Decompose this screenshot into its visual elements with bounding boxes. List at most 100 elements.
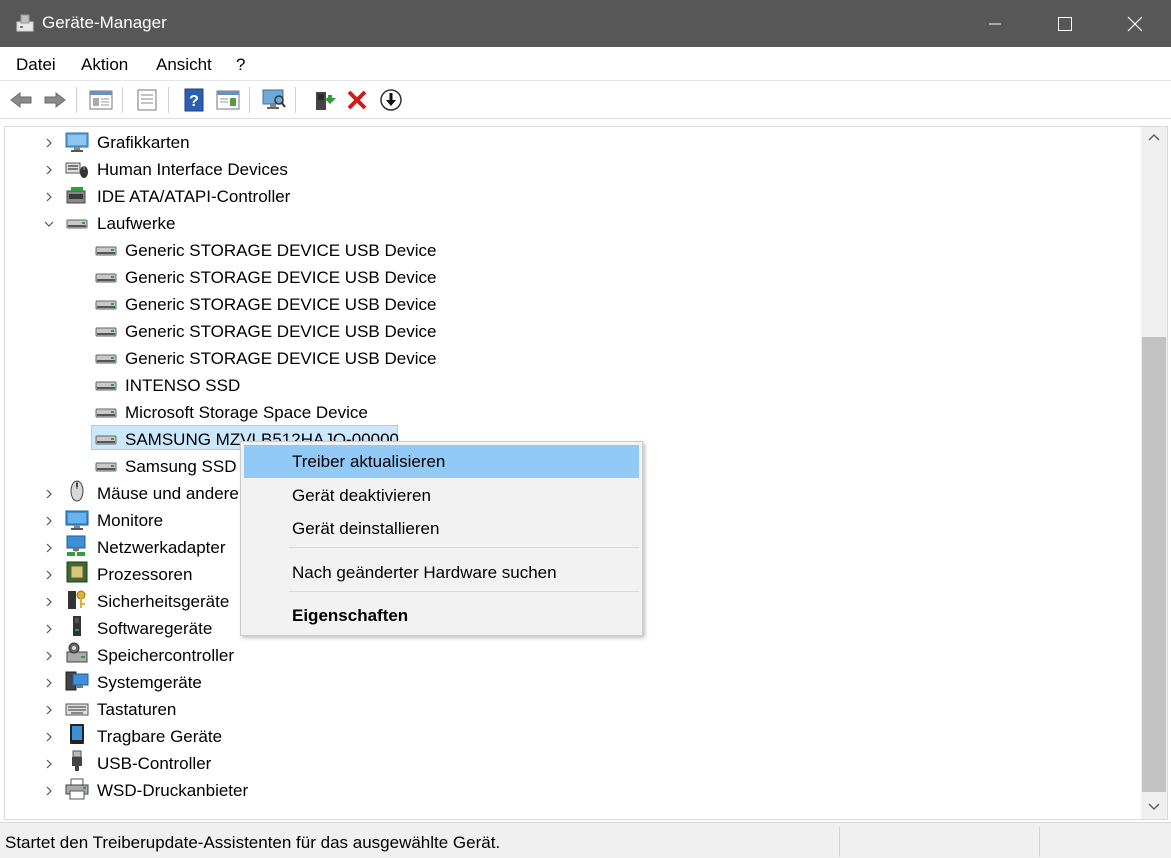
tree-category-systemgeraete[interactable]: Systemgeräte (5, 669, 1135, 696)
close-icon (1127, 16, 1143, 31)
tree-category-laufwerke[interactable]: Laufwerke (5, 210, 1135, 237)
tree-device-label: INTENSO SSD (125, 375, 241, 395)
toolbar-separator (76, 87, 77, 113)
printer-icon (65, 778, 89, 800)
scroll-up-arrow-icon[interactable] (1148, 133, 1160, 141)
tree-category-speichercontroller[interactable]: Speichercontroller (5, 642, 1135, 669)
ctx-uninstall-device[interactable]: Gerät deinstallieren (244, 512, 639, 545)
ctx-scan-hardware[interactable]: Nach geänderter Hardware suchen (244, 556, 639, 589)
drive-icon (95, 246, 117, 256)
window-title: Geräte-Manager (42, 13, 167, 32)
menu-aktion[interactable]: Aktion (81, 55, 128, 75)
forward-button[interactable] (42, 87, 68, 113)
scroll-down-arrow-icon[interactable] (1148, 803, 1160, 811)
back-button[interactable] (8, 87, 34, 113)
uninstall-icon (347, 90, 367, 110)
chevron-right-icon[interactable] (43, 758, 55, 770)
update-driver-button[interactable] (311, 87, 337, 113)
chevron-right-icon[interactable] (43, 164, 55, 176)
processor-icon (66, 561, 88, 583)
disable-device-button[interactable] (378, 87, 404, 113)
tree-category-label: Systemgeräte (97, 672, 202, 692)
portable-device-icon (70, 724, 84, 744)
minimize-button[interactable] (960, 0, 1030, 47)
menu-bar: Datei Aktion Ansicht ? (0, 47, 1171, 81)
tree-device-item[interactable]: Generic STORAGE DEVICE USB Device (5, 291, 1135, 318)
ctx-separator (289, 591, 639, 592)
scrollbar-thumb[interactable] (1142, 337, 1166, 792)
maximize-button[interactable] (1030, 0, 1100, 47)
tree-category-label: Sicherheitsgeräte (97, 591, 230, 611)
toolbar: ? (0, 81, 1171, 119)
tree-category-hid[interactable]: Human Interface Devices (5, 156, 1135, 183)
tree-device-item[interactable]: INTENSO SSD (5, 372, 1135, 399)
help-icon: ? (184, 88, 204, 112)
chevron-right-icon[interactable] (43, 731, 55, 743)
chevron-right-icon[interactable] (43, 569, 55, 581)
chevron-right-icon[interactable] (43, 785, 55, 797)
mouse-icon (70, 480, 84, 502)
chevron-right-icon[interactable] (43, 596, 55, 608)
toolbar-separator (122, 87, 123, 113)
tree-category-label: Softwaregeräte (97, 618, 213, 638)
scan-hardware-button[interactable] (261, 87, 287, 113)
tree-category-label: IDE ATA/ATAPI-Controller (97, 186, 291, 206)
tree-device-item[interactable]: Generic STORAGE DEVICE USB Device (5, 237, 1135, 264)
menu-ansicht[interactable]: Ansicht (156, 55, 212, 75)
chevron-right-icon[interactable] (43, 704, 55, 716)
ctx-item-label: Gerät deinstallieren (292, 518, 440, 538)
monitor-icon (65, 510, 89, 530)
ctx-update-driver[interactable]: Treiber aktualisieren (244, 445, 639, 478)
forward-arrow-icon (44, 91, 66, 109)
tree-category-label: Speichercontroller (97, 645, 235, 665)
uninstall-device-button[interactable] (344, 87, 370, 113)
software-device-icon (73, 616, 81, 636)
tree-category-ide[interactable]: IDE ATA/ATAPI-Controller (5, 183, 1135, 210)
tree-category-label: Laufwerke (97, 213, 176, 233)
chevron-right-icon[interactable] (43, 515, 55, 527)
drive-icon (95, 408, 117, 418)
tree-category-label: Netzwerkadapter (97, 537, 226, 557)
tree-category-tastaturen[interactable]: Tastaturen (5, 696, 1135, 723)
status-pane-separator (1039, 827, 1040, 857)
status-bar: Startet den Treiberupdate-Assistenten fü… (0, 822, 1171, 858)
update-driver-icon (316, 92, 336, 110)
ctx-properties[interactable]: Eigenschaften (244, 599, 639, 632)
tree-category-tragbare-geraete[interactable]: Tragbare Geräte (5, 723, 1135, 750)
chevron-right-icon[interactable] (43, 623, 55, 635)
chevron-right-icon[interactable] (43, 137, 55, 149)
chevron-right-icon[interactable] (43, 542, 55, 554)
tree-device-item[interactable]: Generic STORAGE DEVICE USB Device (5, 345, 1135, 372)
tree-device-label: Generic STORAGE DEVICE USB Device (125, 294, 437, 314)
tree-category-usb-controller[interactable]: USB-Controller (5, 750, 1135, 777)
close-button[interactable] (1100, 0, 1170, 47)
drive-icon (95, 273, 117, 283)
tree-category-wsd-druckanbieter[interactable]: WSD-Druckanbieter (5, 777, 1135, 804)
tree-device-item[interactable]: Microsoft Storage Space Device (5, 399, 1135, 426)
chevron-down-icon[interactable] (43, 218, 55, 230)
chevron-right-icon[interactable] (43, 191, 55, 203)
chevron-right-icon[interactable] (43, 488, 55, 500)
action-pane-button[interactable] (215, 87, 241, 113)
chevron-right-icon[interactable] (43, 677, 55, 689)
ctx-item-label: Nach geänderter Hardware suchen (292, 562, 557, 582)
tree-device-item[interactable]: Generic STORAGE DEVICE USB Device (5, 318, 1135, 345)
status-text: Startet den Treiberupdate-Assistenten fü… (5, 833, 501, 852)
properties-button[interactable] (134, 87, 160, 113)
disable-device-icon (380, 89, 402, 111)
help-button[interactable]: ? (181, 87, 207, 113)
drive-icon (95, 462, 117, 472)
chevron-right-icon[interactable] (43, 650, 55, 662)
keyboard-icon (65, 703, 89, 716)
show-hide-console-tree-icon (89, 90, 113, 110)
menu-datei[interactable]: Datei (16, 55, 56, 75)
tree-device-item[interactable]: Generic STORAGE DEVICE USB Device (5, 264, 1135, 291)
system-device-icon (65, 671, 89, 691)
tree-category-label: USB-Controller (97, 753, 212, 773)
tree-category-grafikkarten[interactable]: Grafikkarten (5, 129, 1135, 156)
vertical-scrollbar[interactable] (1141, 127, 1167, 819)
console-tree-button[interactable] (88, 87, 114, 113)
ctx-disable-device[interactable]: Gerät deaktivieren (244, 479, 639, 512)
hid-icon (65, 162, 88, 178)
menu-help[interactable]: ? (236, 55, 245, 75)
